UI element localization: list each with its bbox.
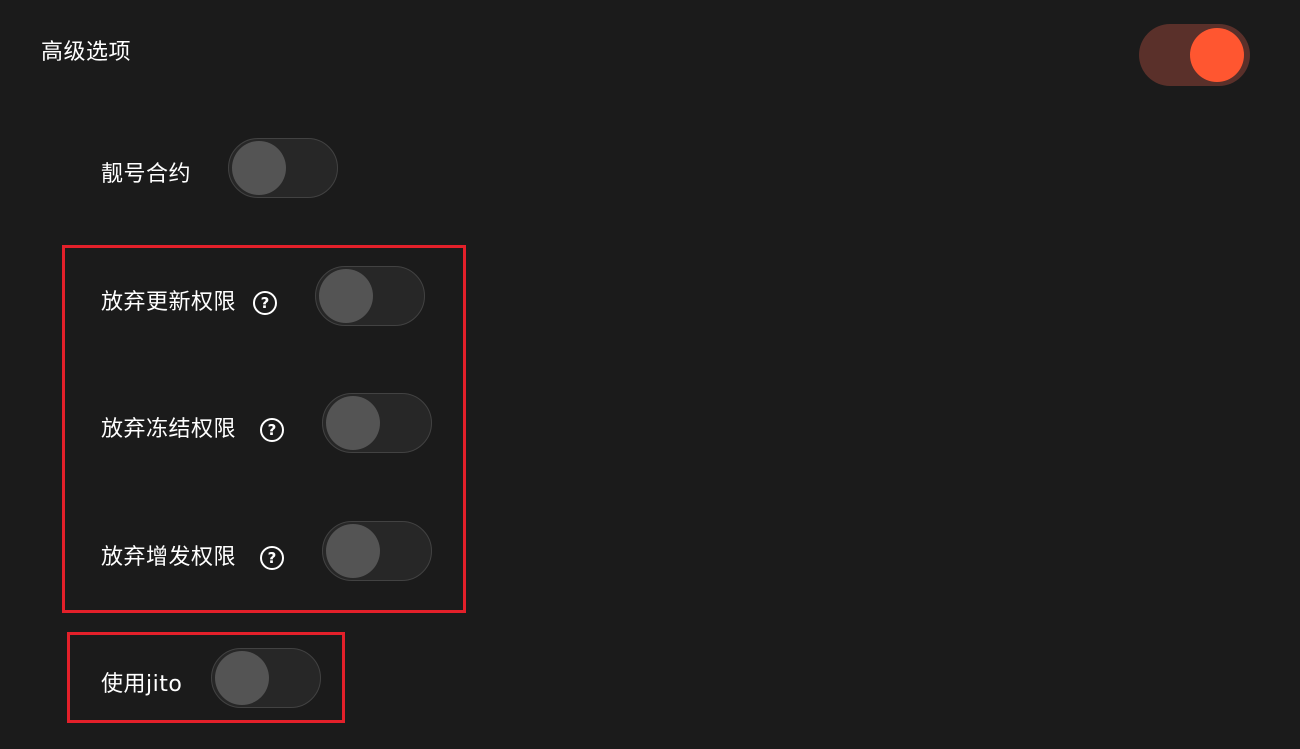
- option-label-vanity-contract: 靓号合约: [101, 162, 192, 187]
- option-label-use-jito: 使用jito: [101, 672, 183, 697]
- revoke-update-authority-toggle[interactable]: [315, 266, 425, 326]
- question-circle-icon[interactable]: ?: [260, 418, 284, 442]
- option-label-revoke-mint-authority: 放弃增发权限: [101, 545, 237, 570]
- option-label-revoke-freeze-authority: 放弃冻结权限: [101, 417, 237, 442]
- section-title: 高级选项: [41, 40, 132, 65]
- question-circle-icon[interactable]: ?: [260, 546, 284, 570]
- revoke-freeze-authority-toggle[interactable]: [322, 393, 432, 453]
- toggle-knob: [215, 651, 269, 705]
- option-label-revoke-update-authority: 放弃更新权限: [101, 290, 237, 315]
- use-jito-toggle[interactable]: [211, 648, 321, 708]
- advanced-options-toggle[interactable]: [1139, 24, 1250, 86]
- toggle-knob: [326, 396, 380, 450]
- advanced-options-panel: 高级选项 靓号合约 放弃更新权限 ? 放弃冻结权限 ? 放弃增发权限 ? 使用j…: [0, 0, 1300, 749]
- question-circle-icon[interactable]: ?: [253, 291, 277, 315]
- revoke-mint-authority-toggle[interactable]: [322, 521, 432, 581]
- toggle-knob: [232, 141, 286, 195]
- toggle-knob: [319, 269, 373, 323]
- vanity-contract-toggle[interactable]: [228, 138, 338, 198]
- toggle-knob: [1190, 28, 1244, 82]
- toggle-knob: [326, 524, 380, 578]
